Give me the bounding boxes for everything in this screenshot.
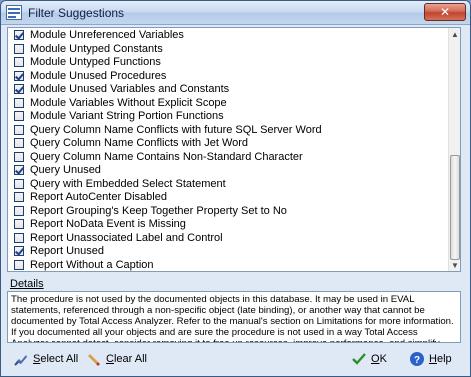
checkbox[interactable] bbox=[14, 178, 24, 189]
ok-mnemonic: O bbox=[371, 353, 380, 365]
checklist-item[interactable]: Module Variables Without Explicit Scope bbox=[8, 96, 448, 110]
select-all-button[interactable]: Select All bbox=[13, 350, 78, 368]
details-label: Details bbox=[10, 278, 44, 290]
checklist-item[interactable]: Module Variant String Portion Functions bbox=[8, 110, 448, 124]
ok-button[interactable]: OK bbox=[351, 350, 387, 368]
checklist-item-label: Report AutoCenter Disabled bbox=[30, 191, 167, 204]
checklist-item-label: Query Column Name Contains Non-Standard … bbox=[30, 150, 303, 163]
checklist-item-label: Query Unused bbox=[30, 164, 101, 177]
checklist-item[interactable]: Report Without a Caption bbox=[8, 258, 448, 271]
checklist-rows: Module Unreferenced Variables Module Unty… bbox=[8, 28, 448, 271]
checklist-item[interactable]: Query Column Name Conflicts with Jet Wor… bbox=[8, 137, 448, 151]
checklist-item-label: Report NoData Event is Missing bbox=[30, 218, 186, 231]
checkbox[interactable] bbox=[14, 165, 24, 176]
checkbox[interactable] bbox=[14, 246, 24, 257]
scroll-thumb[interactable] bbox=[450, 155, 460, 260]
checklist-item[interactable]: Report NoData Event is Missing bbox=[8, 218, 448, 232]
checklist-item[interactable]: Query with Embedded Select Statement bbox=[8, 177, 448, 191]
checkbox[interactable] bbox=[14, 205, 24, 216]
checklist-item[interactable]: Module Unused Procedures bbox=[8, 69, 448, 83]
clear-all-label: lear All bbox=[113, 353, 147, 365]
scroll-down-arrow-icon[interactable]: ▼ bbox=[449, 259, 461, 271]
close-button[interactable]: ✕ bbox=[424, 3, 466, 21]
svg-text:?: ? bbox=[414, 355, 420, 366]
checkbox[interactable] bbox=[14, 138, 24, 149]
checkbox[interactable] bbox=[14, 219, 24, 230]
checkbox[interactable] bbox=[14, 57, 24, 68]
checklist-item[interactable]: Query Unused bbox=[8, 164, 448, 178]
checkbox[interactable] bbox=[14, 192, 24, 203]
checkbox[interactable] bbox=[14, 151, 24, 162]
checklist-item[interactable]: Report Grouping's Keep Together Property… bbox=[8, 204, 448, 218]
select-all-label: elect All bbox=[40, 353, 79, 365]
checklist-item-label: Module Untyped Functions bbox=[30, 56, 161, 69]
checklist-item[interactable]: Module Unused Variables and Constants bbox=[8, 83, 448, 97]
checklist-item-label: Module Untyped Constants bbox=[30, 42, 163, 55]
checkbox[interactable] bbox=[14, 259, 24, 270]
checkbox[interactable] bbox=[14, 30, 24, 41]
filter-suggestions-dialog: Filter Suggestions ✕ Module Unreferenced… bbox=[0, 0, 471, 377]
vertical-scrollbar[interactable]: ▲ ▼ bbox=[448, 28, 460, 271]
scroll-up-arrow-icon[interactable]: ▲ bbox=[449, 28, 461, 40]
checklist-item-label: Module Unused Variables and Constants bbox=[30, 83, 230, 96]
clear-all-icon bbox=[86, 351, 102, 367]
checklist-item[interactable]: Module Untyped Constants bbox=[8, 42, 448, 56]
checklist-item-label: Module Unreferenced Variables bbox=[30, 29, 184, 42]
checklist-item[interactable]: Report Unused bbox=[8, 245, 448, 259]
title-bar: Filter Suggestions ✕ bbox=[1, 1, 470, 25]
clear-all-mnemonic: C bbox=[106, 353, 114, 365]
clear-all-button[interactable]: Clear All bbox=[86, 350, 147, 368]
checklist-item-label: Report Without a Caption bbox=[30, 258, 154, 271]
checklist-item-label: Query Column Name Conflicts with Jet Wor… bbox=[30, 137, 249, 150]
ok-label: K bbox=[379, 353, 387, 365]
checkbox[interactable] bbox=[14, 124, 24, 135]
checkbox[interactable] bbox=[14, 97, 24, 108]
checkbox[interactable] bbox=[14, 43, 24, 54]
checklist-item-label: Module Unused Procedures bbox=[30, 69, 167, 82]
checklist-item-label: Query Column Name Conflicts with future … bbox=[30, 123, 322, 136]
checklist-item[interactable]: Query Column Name Contains Non-Standard … bbox=[8, 150, 448, 164]
checklist-item[interactable]: Report Unassociated Label and Control bbox=[8, 231, 448, 245]
checklist-item-label: Module Variables Without Explicit Scope bbox=[30, 96, 227, 109]
checklist-item-label: Query with Embedded Select Statement bbox=[30, 177, 226, 190]
checkbox[interactable] bbox=[14, 84, 24, 95]
checklist-item[interactable]: Module Unreferenced Variables bbox=[8, 29, 448, 43]
help-mnemonic: H bbox=[429, 353, 437, 365]
help-label: elp bbox=[436, 353, 452, 365]
checklist-item[interactable]: Module Untyped Functions bbox=[8, 56, 448, 70]
close-icon: ✕ bbox=[439, 5, 451, 19]
checkmark-icon bbox=[351, 351, 367, 367]
app-icon bbox=[6, 5, 22, 20]
checklist-item-label: Report Unassociated Label and Control bbox=[30, 231, 223, 244]
checklist-item-label: Report Unused bbox=[30, 245, 104, 258]
checklist-item[interactable]: Query Column Name Conflicts with future … bbox=[8, 123, 448, 137]
select-all-icon bbox=[13, 351, 29, 367]
help-icon: ? bbox=[409, 351, 425, 367]
checkbox[interactable] bbox=[14, 111, 24, 122]
checkbox[interactable] bbox=[14, 70, 24, 81]
checklist-item-label: Module Variant String Portion Functions bbox=[30, 110, 224, 123]
help-button[interactable]: ? Help bbox=[409, 350, 452, 368]
window-title: Filter Suggestions bbox=[28, 6, 125, 20]
checkbox[interactable] bbox=[14, 232, 24, 243]
details-text: The procedure is not used by the documen… bbox=[7, 291, 461, 343]
checklist-item-label: Report Grouping's Keep Together Property… bbox=[30, 204, 287, 217]
suggestion-checklist[interactable]: Module Unreferenced Variables Module Unty… bbox=[7, 27, 461, 272]
checklist-item[interactable]: Report AutoCenter Disabled bbox=[8, 191, 448, 205]
